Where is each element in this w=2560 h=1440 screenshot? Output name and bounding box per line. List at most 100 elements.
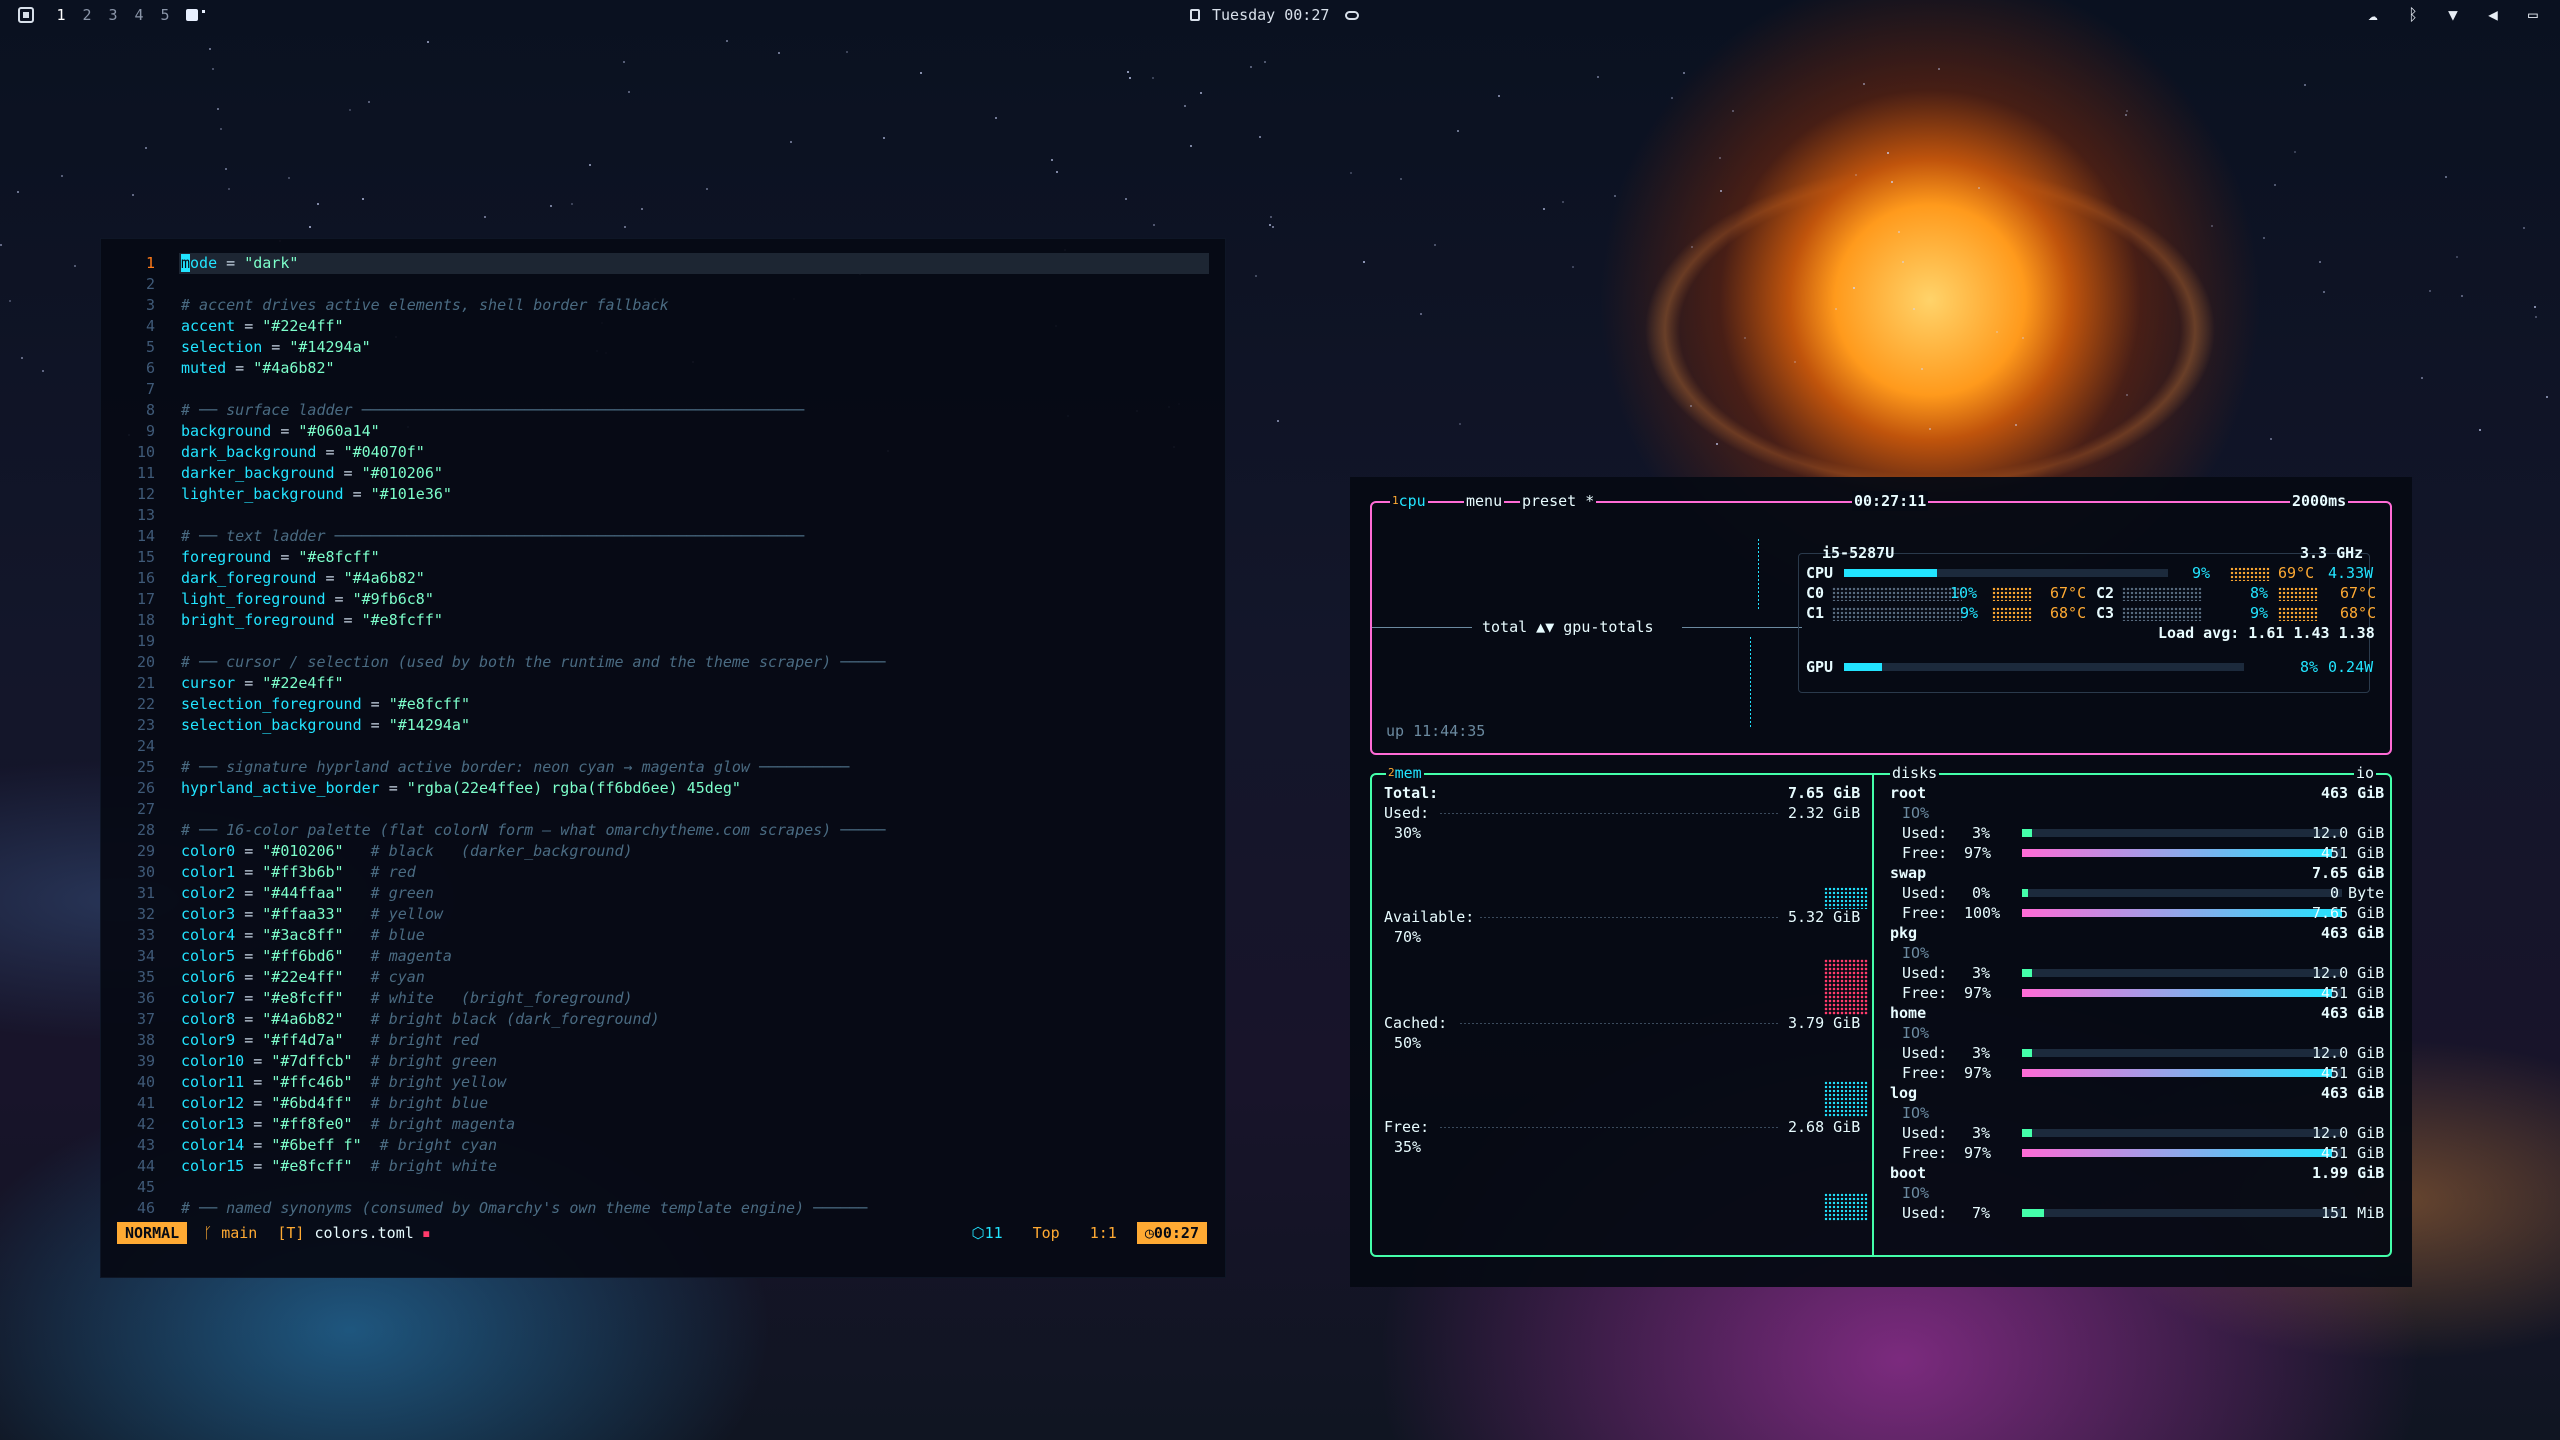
tab-cpu[interactable]: 1cpu [1390, 491, 1428, 511]
star [1051, 159, 1053, 161]
line-text: color7 = "#e8fcff" # white (bright_foreg… [181, 989, 633, 1007]
code-line[interactable]: 25 # ── signature hyprland active border:… [101, 757, 1225, 778]
code-line[interactable]: 38 color9 = "#ff4d7a" # bright red [101, 1030, 1225, 1051]
line-text: muted = "#4a6b82" [181, 359, 335, 377]
code-line[interactable]: 33 color4 = "#3ac8ff" # blue [101, 925, 1225, 946]
code-line[interactable]: 37 color8 = "#4a6b82" # bright black (dar… [101, 1009, 1225, 1030]
mem-available-rule [1480, 917, 1780, 918]
star [2535, 316, 2537, 318]
disk-used-value: 151 MiB [2321, 1204, 2385, 1222]
code-line[interactable]: 36 color7 = "#e8fcff" # white (bright_for… [101, 988, 1225, 1009]
code-line[interactable]: 42 color13 = "#ff8fe0" # bright magenta [101, 1114, 1225, 1135]
code-line[interactable]: 1 mode = "dark" [101, 253, 1225, 274]
code-line[interactable]: 23 selection_background = "#14294a" [101, 715, 1225, 736]
code-line[interactable]: 41 color12 = "#6bd4ff" # bright blue [101, 1093, 1225, 1114]
line-number: 21 [136, 674, 155, 692]
workspace-1[interactable]: 1 [48, 6, 74, 24]
code-line[interactable]: 6 muted = "#4a6b82" [101, 358, 1225, 379]
code-line[interactable]: 12 lighter_background = "#101e36" [101, 484, 1225, 505]
code-line[interactable]: 29 color0 = "#010206" # black (darker_bac… [101, 841, 1225, 862]
workspace-2[interactable]: 2 [74, 6, 100, 24]
code-line[interactable]: 40 color11 = "#ffc46b" # bright yellow [101, 1072, 1225, 1093]
cloud-icon[interactable]: ☁ [2364, 5, 2382, 24]
code-line[interactable]: 31 color2 = "#44ffaa" # green [101, 883, 1225, 904]
code-line[interactable]: 43 color14 = "#6beff f" # bright cyan [101, 1135, 1225, 1156]
star [883, 137, 885, 139]
code-line[interactable]: 17 light_foreground = "#9fb6c8" [101, 589, 1225, 610]
line-number: 19 [136, 632, 155, 650]
code-line[interactable]: 4 accent = "#22e4ff" [101, 316, 1225, 337]
core-2-graph [2122, 587, 2202, 601]
volume-icon[interactable]: ◀ [2484, 5, 2502, 24]
code-line[interactable]: 5 selection = "#14294a" [101, 337, 1225, 358]
mem-free-value: 2.68 GiB [1788, 1118, 1861, 1136]
disk-io: IO% [1902, 1104, 1930, 1122]
code-line[interactable]: 20 # ── cursor / selection (used by both … [101, 652, 1225, 673]
line-text: accent = "#22e4ff" [181, 317, 344, 335]
line-text: mode = "dark" [181, 254, 299, 272]
code-line[interactable]: 26 hyprland_active_border = "rgba(22e4ffe… [101, 778, 1225, 799]
line-text: # ── text ladder ───────────────────────… [181, 527, 805, 545]
launcher-icon[interactable] [18, 7, 34, 23]
star [1719, 157, 1721, 159]
line-number: 12 [136, 485, 155, 503]
clock-widget[interactable]: Tuesday 00:27 [1190, 6, 1360, 24]
code-line[interactable]: 24 [101, 736, 1225, 757]
code-line[interactable]: 16 dark_foreground = "#4a6b82" [101, 568, 1225, 589]
line-number: 24 [136, 737, 155, 755]
code-line[interactable]: 2 [101, 274, 1225, 295]
line-number: 4 [145, 317, 155, 335]
code-line[interactable]: 35 color6 = "#22e4ff" # cyan [101, 967, 1225, 988]
code-line[interactable]: 46 # ── named synonyms (consumed by Omarc… [101, 1198, 1225, 1219]
disk-free-pct: 97% [1964, 984, 1992, 1002]
line-text: foreground = "#e8fcff" [181, 548, 380, 566]
code-line[interactable]: 45 [101, 1177, 1225, 1198]
star [2125, 114, 2127, 116]
code-line[interactable]: 10 dark_background = "#04070f" [101, 442, 1225, 463]
code-line[interactable]: 28 # ── 16-color palette (flat colorN for… [101, 820, 1225, 841]
line-text: cursor = "#22e4ff" [181, 674, 344, 692]
bluetooth-icon[interactable]: ᛒ [2404, 5, 2422, 24]
code-line[interactable]: 14 # ── text ladder ─────────────────────… [101, 526, 1225, 547]
star [550, 205, 552, 207]
tab-cpu-number: 1 [1392, 494, 1399, 507]
workspace-5[interactable]: 5 [152, 6, 178, 24]
code-line[interactable]: 22 selection_foreground = "#e8fcff" [101, 694, 1225, 715]
code-line[interactable]: 32 color3 = "#ffaa33" # yellow [101, 904, 1225, 925]
code-line[interactable]: 11 darker_background = "#010206" [101, 463, 1225, 484]
code-line[interactable]: 27 [101, 799, 1225, 820]
tab-preset[interactable]: preset * [1520, 491, 1597, 511]
code-line[interactable]: 18 bright_foreground = "#e8fcff" [101, 610, 1225, 631]
code-line[interactable]: 15 foreground = "#e8fcff" [101, 547, 1225, 568]
line-number: 11 [136, 464, 155, 482]
code-area[interactable]: 1 mode = "dark" 2 3 # accent drives active e… [101, 253, 1225, 1219]
wifi-icon[interactable]: ▼ [2444, 5, 2462, 24]
tab-io[interactable]: io [2354, 763, 2377, 783]
tab-mem[interactable]: 2mem [1386, 763, 1424, 783]
tab-disks[interactable]: disks [1890, 763, 1940, 783]
window-indicator-icon [186, 9, 198, 21]
star [1671, 97, 1673, 99]
code-line[interactable]: 44 color15 = "#e8fcff" # bright white [101, 1156, 1225, 1177]
star [2022, 337, 2024, 339]
code-line[interactable]: 7 [101, 379, 1225, 400]
code-line[interactable]: 9 background = "#060a14" [101, 421, 1225, 442]
workspace-3[interactable]: 3 [100, 6, 126, 24]
disk-used-bar [2022, 1129, 2342, 1137]
star [1259, 136, 1261, 138]
update-interval[interactable]: 2000ms [2290, 491, 2349, 511]
code-line[interactable]: 8 # ── surface ladder ───────────────────… [101, 400, 1225, 421]
line-number: 28 [136, 821, 155, 839]
tab-menu[interactable]: menu [1464, 491, 1505, 511]
code-line[interactable]: 30 color1 = "#ff3b6b" # red [101, 862, 1225, 883]
code-line[interactable]: 34 color5 = "#ff6bd6" # magenta [101, 946, 1225, 967]
editor-window[interactable]: 1 mode = "dark" 2 3 # accent drives active e… [100, 238, 1226, 1278]
btop-window[interactable]: 1cpu menu preset * 00:27:11 2000ms total… [1350, 477, 2412, 1287]
code-line[interactable]: 21 cursor = "#22e4ff" [101, 673, 1225, 694]
code-line[interactable]: 19 [101, 631, 1225, 652]
workspace-4[interactable]: 4 [126, 6, 152, 24]
code-line[interactable]: 39 color10 = "#7dffcb" # bright green [101, 1051, 1225, 1072]
display-icon[interactable]: ▭ [2524, 5, 2542, 24]
code-line[interactable]: 3 # accent drives active elements, shell … [101, 295, 1225, 316]
code-line[interactable]: 13 [101, 505, 1225, 526]
